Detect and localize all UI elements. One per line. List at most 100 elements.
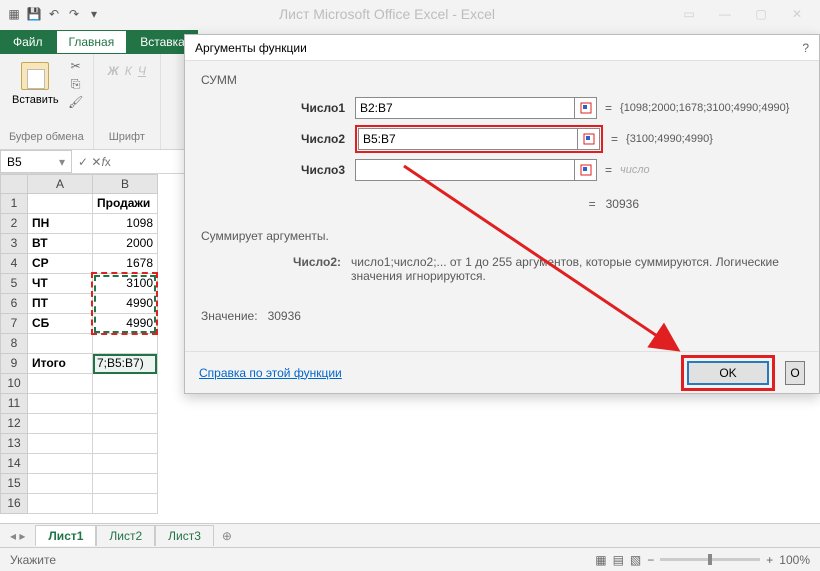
view-page-icon[interactable]: ▤	[613, 553, 624, 567]
cell-a16[interactable]	[28, 494, 93, 514]
cell-b11[interactable]	[93, 394, 158, 414]
cell-a15[interactable]	[28, 474, 93, 494]
cell-a8[interactable]	[28, 334, 93, 354]
row-header[interactable]: 11	[0, 394, 28, 414]
cell-b12[interactable]	[93, 414, 158, 434]
cell-b1[interactable]: Продажи	[93, 194, 158, 214]
cell-a14[interactable]	[28, 454, 93, 474]
paste-button[interactable]: Вставить	[8, 58, 63, 110]
italic-button[interactable]: К	[125, 64, 132, 78]
cell-a5[interactable]: ЧТ	[28, 274, 93, 294]
ribbon-options-icon[interactable]: ▭	[680, 5, 698, 23]
dialog-help-icon[interactable]: ?	[802, 41, 809, 55]
cell-b2[interactable]: 1098	[93, 214, 158, 234]
save-icon[interactable]: 💾	[26, 6, 42, 22]
cell-a1[interactable]	[28, 194, 93, 214]
cell-b9[interactable]: 7;B5:B7)	[93, 354, 158, 374]
row-header[interactable]: 10	[0, 374, 28, 394]
sheet-nav[interactable]: ◂ ▸	[0, 529, 35, 543]
value-result: 30936	[268, 309, 301, 323]
cut-icon[interactable]: ✂	[67, 58, 85, 74]
col-header-a[interactable]: A	[28, 174, 93, 194]
zoom-out-icon[interactable]: −	[647, 553, 654, 567]
cell-b3[interactable]: 2000	[93, 234, 158, 254]
col-header-b[interactable]: B	[93, 174, 158, 194]
row-header[interactable]: 5	[0, 274, 28, 294]
minimize-icon[interactable]: —	[716, 5, 734, 23]
row-header[interactable]: 6	[0, 294, 28, 314]
dialog-title: Аргументы функции	[195, 41, 307, 55]
row-header[interactable]: 4	[0, 254, 28, 274]
format-painter-icon[interactable]: 🖌	[67, 94, 85, 110]
cell-b14[interactable]	[93, 454, 158, 474]
cancel-button[interactable]: О	[785, 361, 805, 385]
zoom-control[interactable]: − + 100%	[647, 553, 810, 567]
arg2-input[interactable]	[358, 128, 578, 150]
undo-icon[interactable]: ↶	[46, 6, 62, 22]
cell-a12[interactable]	[28, 414, 93, 434]
cell-a3[interactable]: ВТ	[28, 234, 93, 254]
tab-home[interactable]: Главная	[56, 30, 128, 54]
ok-button[interactable]: OK	[687, 361, 769, 385]
cell-b16[interactable]	[93, 494, 158, 514]
sheet-tab-1[interactable]: Лист1	[35, 525, 96, 546]
cell-b13[interactable]	[93, 434, 158, 454]
zoom-value: 100%	[779, 553, 810, 567]
font-group: Ж К Ч Шрифт	[94, 54, 161, 149]
name-box[interactable]: B5▾	[0, 150, 72, 173]
row-header[interactable]: 15	[0, 474, 28, 494]
equals-sign: =	[597, 101, 620, 115]
tab-file[interactable]: Файл	[0, 30, 56, 54]
row-header[interactable]: 16	[0, 494, 28, 514]
row-header[interactable]: 3	[0, 234, 28, 254]
cell-a13[interactable]	[28, 434, 93, 454]
cell-b5[interactable]: 3100	[93, 274, 158, 294]
maximize-icon[interactable]: ▢	[752, 5, 770, 23]
view-normal-icon[interactable]: ▦	[595, 553, 606, 567]
bold-button[interactable]: Ж	[108, 64, 119, 78]
row-header[interactable]: 7	[0, 314, 28, 334]
row-header[interactable]: 2	[0, 214, 28, 234]
qat-dropdown-icon[interactable]: ▾	[86, 6, 102, 22]
arg1-range-icon[interactable]	[575, 97, 597, 119]
zoom-slider[interactable]	[660, 558, 760, 561]
function-name: СУММ	[201, 73, 803, 87]
row-header[interactable]: 8	[0, 334, 28, 354]
cell-a6[interactable]: ПТ	[28, 294, 93, 314]
row-header[interactable]: 1	[0, 194, 28, 214]
cell-b10[interactable]	[93, 374, 158, 394]
cell-a9[interactable]: Итого	[28, 354, 93, 374]
row-11: 11	[0, 394, 820, 414]
view-break-icon[interactable]: ▧	[630, 553, 641, 567]
cell-a4[interactable]: СР	[28, 254, 93, 274]
row-header[interactable]: 12	[0, 414, 28, 434]
cell-b7[interactable]: 4990	[93, 314, 158, 334]
cell-b15[interactable]	[93, 474, 158, 494]
cell-b8[interactable]	[93, 334, 158, 354]
cell-a10[interactable]	[28, 374, 93, 394]
cell-b6[interactable]: 4990	[93, 294, 158, 314]
underline-button[interactable]: Ч	[138, 64, 146, 78]
row-header[interactable]: 14	[0, 454, 28, 474]
cell-a7[interactable]: СБ	[28, 314, 93, 334]
row-header[interactable]: 9	[0, 354, 28, 374]
redo-icon[interactable]: ↷	[66, 6, 82, 22]
sheet-tab-2[interactable]: Лист2	[96, 525, 155, 546]
arg2-range-icon[interactable]	[578, 128, 600, 150]
dialog-titlebar[interactable]: Аргументы функции ?	[185, 35, 819, 61]
cell-a2[interactable]: ПН	[28, 214, 93, 234]
arg3-input[interactable]	[355, 159, 575, 181]
sheet-tab-3[interactable]: Лист3	[155, 525, 214, 546]
arg3-range-icon[interactable]	[575, 159, 597, 181]
copy-icon[interactable]: ⎘	[67, 76, 85, 92]
cell-b4[interactable]: 1678	[93, 254, 158, 274]
clipboard-label: Буфер обмена	[9, 131, 84, 145]
arg1-input[interactable]	[355, 97, 575, 119]
row-header[interactable]: 13	[0, 434, 28, 454]
cell-a11[interactable]	[28, 394, 93, 414]
zoom-in-icon[interactable]: +	[766, 553, 773, 567]
add-sheet-button[interactable]: ⊕	[214, 526, 240, 546]
help-link[interactable]: Справка по этой функции	[199, 366, 342, 380]
select-all-corner[interactable]	[0, 174, 28, 194]
close-icon[interactable]: ✕	[788, 5, 806, 23]
